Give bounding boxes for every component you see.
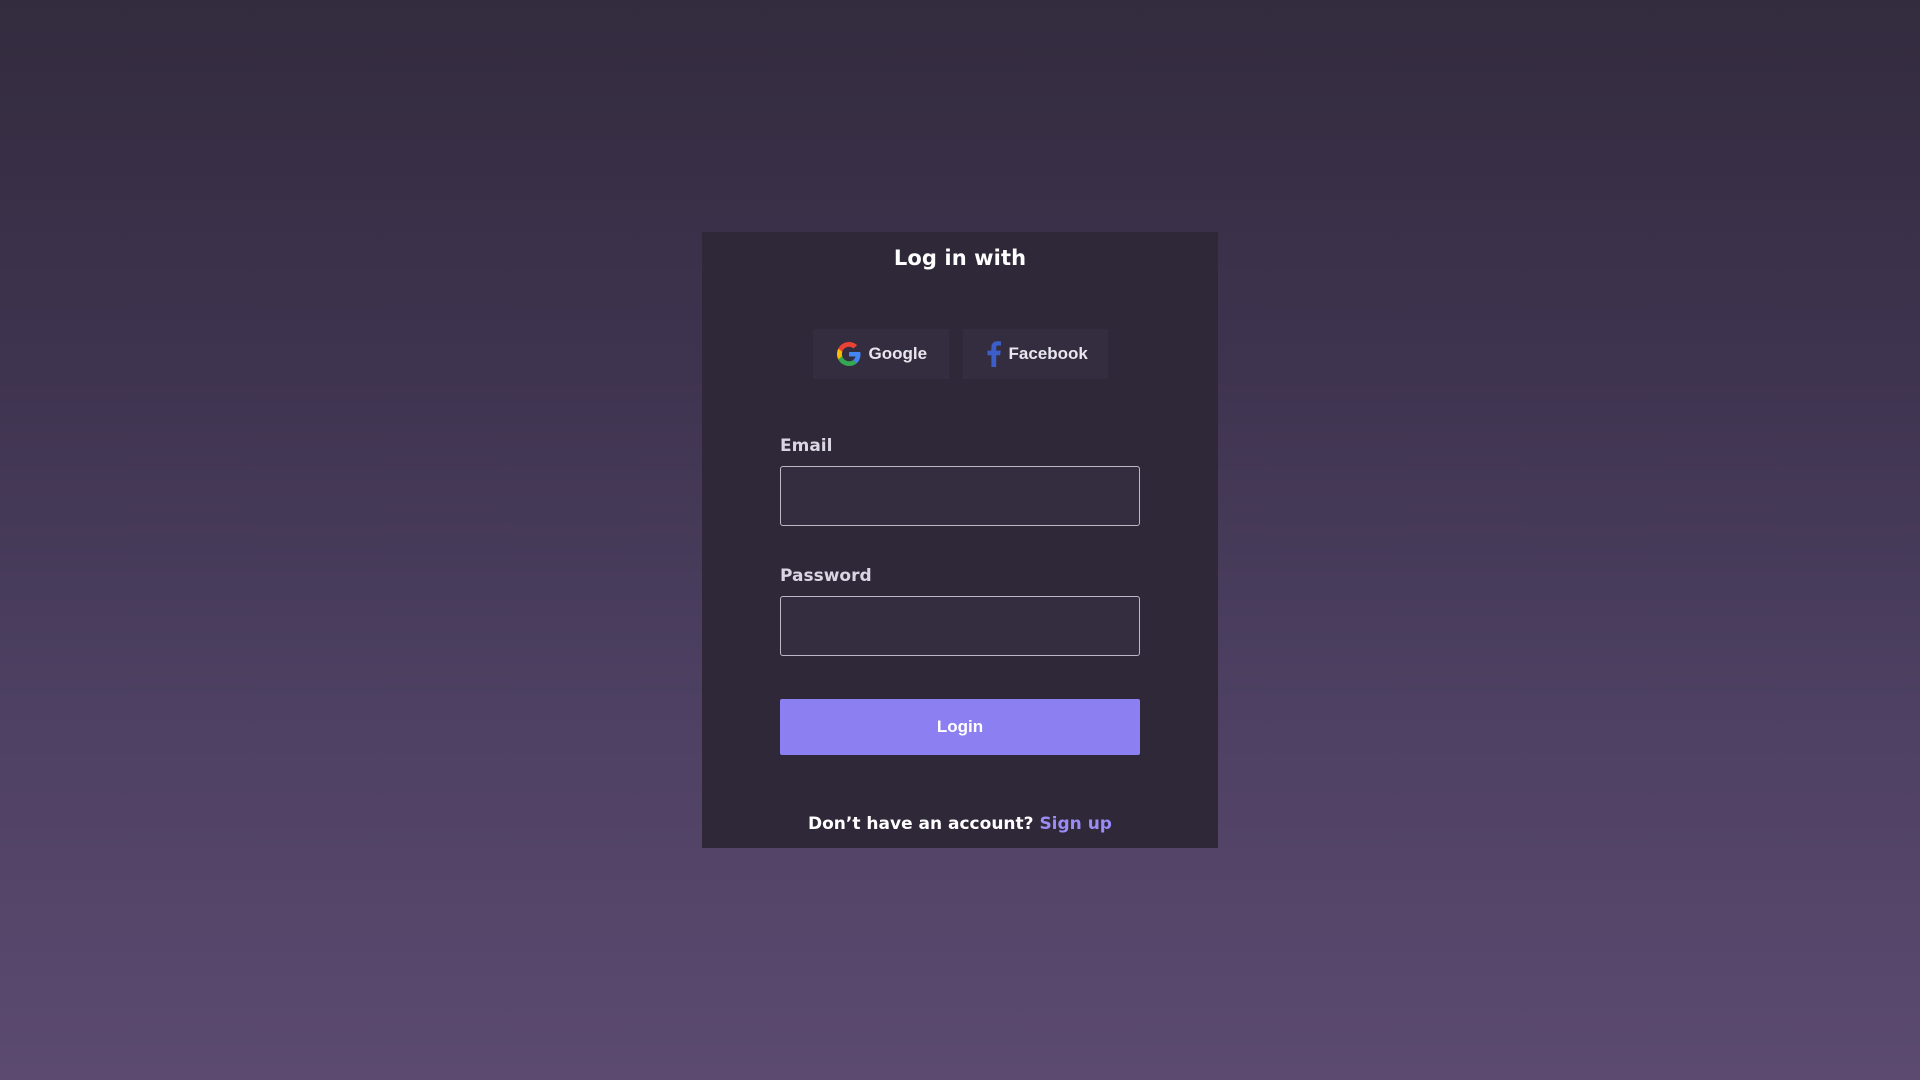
- signup-link[interactable]: Sign up: [1039, 814, 1112, 834]
- social-login-row: Google Facebook: [702, 329, 1218, 379]
- facebook-login-button[interactable]: Facebook: [962, 329, 1108, 379]
- password-field[interactable]: [780, 596, 1140, 656]
- login-title: Log in with: [893, 246, 1027, 270]
- signup-prompt: Don’t have an account?: [808, 814, 1040, 834]
- login-button[interactable]: Login: [780, 699, 1140, 755]
- password-label: Password: [780, 566, 872, 586]
- facebook-icon: [987, 341, 1001, 367]
- google-icon: [836, 342, 861, 366]
- signup-row: Don’t have an account? Sign up: [702, 814, 1218, 834]
- email-field[interactable]: [780, 466, 1140, 526]
- google-login-button[interactable]: Google: [812, 329, 949, 379]
- login-card: Log in with Google Facebook Email Passwo…: [702, 232, 1218, 848]
- google-label: Google: [868, 344, 928, 363]
- facebook-label: Facebook: [1008, 344, 1088, 363]
- email-label: Email: [780, 436, 833, 456]
